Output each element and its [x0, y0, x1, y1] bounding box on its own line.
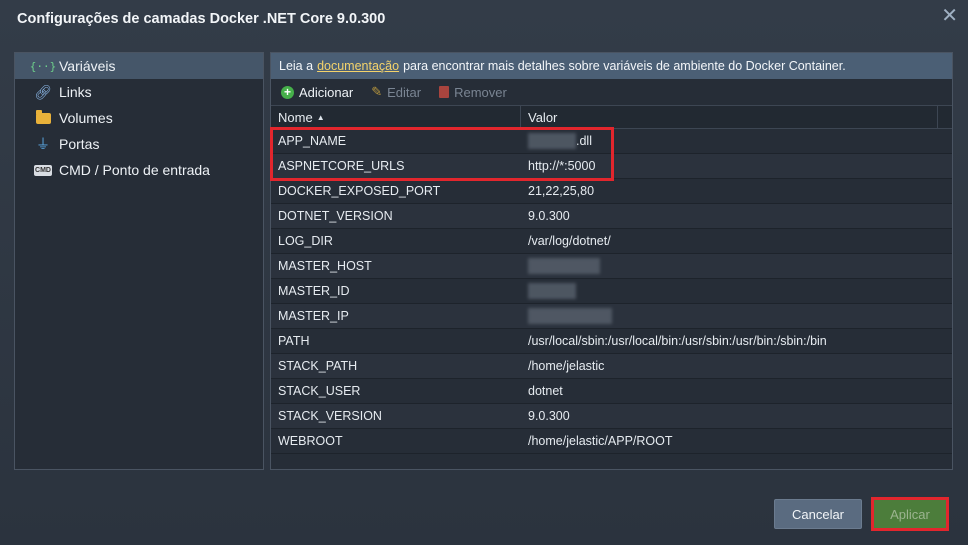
table-row[interactable]: DOTNET_VERSION 9.0.300: [271, 204, 952, 229]
info-prefix: Leia a: [279, 59, 314, 73]
variable-value: /var/log/dotnet/: [528, 234, 611, 248]
column-header-label: Nome: [278, 109, 313, 125]
variable-name: APP_NAME: [278, 134, 347, 148]
settings-sidebar: {··} Variáveis 🔗︎ Links Volumes ⏚ Portas…: [14, 52, 264, 470]
variable-value: /usr/local/sbin:/usr/local/bin:/usr/sbin…: [528, 334, 827, 348]
table-row[interactable]: MASTER_HOST: [271, 254, 952, 279]
redacted-value: [528, 133, 576, 149]
column-header-name[interactable]: Nome ▲: [271, 106, 521, 128]
sidebar-item-label: Portas: [59, 136, 100, 152]
variable-name: STACK_VERSION: [278, 409, 382, 423]
table-row[interactable]: PATH /usr/local/sbin:/usr/local/bin:/usr…: [271, 329, 952, 354]
variable-value: 21,22,25,80: [528, 184, 595, 198]
table-row[interactable]: ASPNETCORE_URLS http://*:5000: [271, 154, 952, 179]
info-bar: Leia a documentação para encontrar mais …: [271, 53, 952, 79]
variable-name: MASTER_ID: [278, 284, 350, 298]
variable-value: dotnet: [528, 384, 563, 398]
variable-value: 9.0.300: [528, 409, 570, 423]
dialog-title: Configurações de camadas Docker .NET Cor…: [17, 11, 386, 27]
pencil-icon: ✎: [371, 84, 383, 99]
usb-icon: ⏚: [36, 136, 50, 152]
sidebar-item-variables[interactable]: {··} Variáveis: [15, 53, 263, 79]
variable-value: .dll: [576, 134, 592, 148]
table-row[interactable]: APP_NAME .dll: [271, 129, 952, 154]
apply-button-highlight: Aplicar: [871, 497, 949, 531]
sidebar-item-label: Volumes: [59, 110, 113, 126]
apply-button[interactable]: Aplicar: [874, 500, 946, 528]
variable-name: PATH: [278, 334, 310, 348]
add-button[interactable]: + Adicionar: [281, 85, 353, 100]
variable-name: ASPNETCORE_URLS: [278, 159, 405, 173]
table-row[interactable]: LOG_DIR /var/log/dotnet/: [271, 229, 952, 254]
table-header: Nome ▲ Valor: [271, 105, 952, 129]
folder-icon: [33, 109, 53, 124]
variable-name: DOTNET_VERSION: [278, 209, 393, 223]
sidebar-item-links[interactable]: 🔗︎ Links: [15, 79, 263, 105]
add-label: Adicionar: [299, 84, 354, 100]
variables-icon: {··}: [29, 59, 57, 73]
redacted-value: [528, 258, 600, 274]
column-header-value[interactable]: Valor: [521, 106, 938, 128]
variable-name: MASTER_IP: [278, 309, 349, 323]
table-row[interactable]: MASTER_IP: [271, 304, 952, 329]
variable-name: WEBROOT: [278, 434, 343, 448]
sidebar-item-label: Variáveis: [59, 58, 116, 74]
variable-value: /home/jelastic/APP/ROOT: [528, 434, 673, 448]
sort-ascending-icon: ▲: [316, 112, 325, 122]
variable-name: LOG_DIR: [278, 234, 333, 248]
sidebar-item-label: Links: [59, 84, 92, 100]
plus-icon: +: [281, 85, 294, 99]
redacted-value: [528, 283, 576, 299]
table-row[interactable]: STACK_PATH /home/jelastic: [271, 354, 952, 379]
table-row[interactable]: MASTER_ID: [271, 279, 952, 304]
table-row[interactable]: WEBROOT /home/jelastic/APP/ROOT: [271, 429, 952, 454]
remove-label: Remover: [454, 84, 507, 100]
documentation-link[interactable]: documentação: [317, 59, 399, 73]
sidebar-item-volumes[interactable]: Volumes: [15, 105, 263, 131]
variable-value: http://*:5000: [528, 159, 596, 173]
close-icon[interactable]: ✕: [941, 6, 958, 26]
variable-name: MASTER_HOST: [278, 259, 372, 273]
table-row[interactable]: STACK_USER dotnet: [271, 379, 952, 404]
remove-button[interactable]: Remover: [439, 85, 507, 100]
variable-name: DOCKER_EXPOSED_PORT: [278, 184, 441, 198]
sidebar-item-ports[interactable]: ⏚ Portas: [15, 131, 263, 157]
sidebar-item-cmd[interactable]: CMD CMD / Ponto de entrada: [15, 157, 263, 183]
variable-name: STACK_PATH: [278, 359, 358, 373]
info-suffix: para encontrar mais detalhes sobre variá…: [403, 59, 846, 73]
toolbar: + Adicionar ✎ Editar Remover: [271, 79, 952, 105]
variable-value: /home/jelastic: [528, 359, 605, 373]
link-icon: 🔗︎: [34, 83, 52, 100]
column-header-label: Valor: [528, 109, 558, 125]
variables-panel: Leia a documentação para encontrar mais …: [270, 52, 953, 470]
table-body: APP_NAME .dll ASPNETCORE_URLS http://*:5…: [271, 129, 952, 454]
cmd-icon: CMD: [34, 164, 52, 176]
table-row[interactable]: DOCKER_EXPOSED_PORT 21,22,25,80: [271, 179, 952, 204]
cancel-button[interactable]: Cancelar: [774, 499, 862, 529]
edit-label: Editar: [387, 84, 422, 100]
trash-icon: [439, 86, 450, 98]
edit-button[interactable]: ✎ Editar: [371, 84, 421, 100]
variable-name: STACK_USER: [278, 384, 361, 398]
variable-value: 9.0.300: [528, 209, 570, 223]
redacted-value: [528, 308, 612, 324]
table-row[interactable]: STACK_VERSION 9.0.300: [271, 404, 952, 429]
docker-settings-dialog: Configurações de camadas Docker .NET Cor…: [0, 0, 968, 545]
sidebar-item-label: CMD / Ponto de entrada: [59, 162, 210, 178]
